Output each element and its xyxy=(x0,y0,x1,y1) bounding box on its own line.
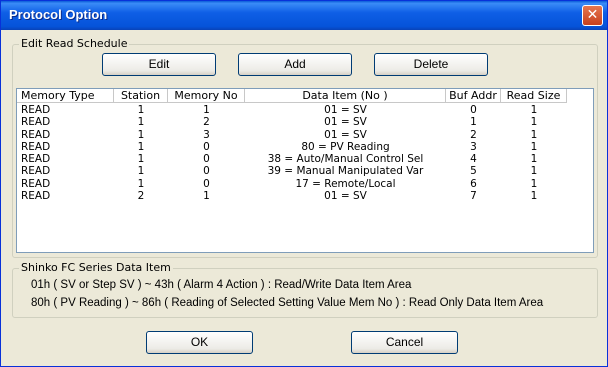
protocol-option-dialog: Protocol Option ✕ Edit Read Schedule Edi… xyxy=(0,0,608,367)
edit-button[interactable]: Edit xyxy=(102,53,216,76)
table-row[interactable]: READ 1 2 01 = SV 1 1 xyxy=(17,116,593,128)
cell-memory-type: READ xyxy=(21,140,51,153)
cell-buf-addr: 7 xyxy=(470,190,477,203)
cell-station: 1 xyxy=(137,140,145,153)
column-header-buf-addr[interactable]: Buf Addr xyxy=(446,89,501,103)
read-schedule-table[interactable]: Memory Type Station Memory No Data Item … xyxy=(16,88,594,253)
table-row[interactable]: READ 1 0 39 = Manual Manipulated Var 5 1 xyxy=(17,165,593,177)
cell-data-item: 17 = Remote/Local xyxy=(295,177,396,190)
data-item-info-group: Shinko FC Series Data Item xyxy=(12,261,598,318)
cell-data-item: 01 = SV xyxy=(324,190,367,203)
cell-data-item: 39 = Manual Manipulated Var xyxy=(267,165,424,178)
column-header-memory-type[interactable]: Memory Type xyxy=(17,89,114,103)
cell-read-size: 1 xyxy=(530,153,538,166)
cell-read-size: 1 xyxy=(530,128,538,141)
table-row[interactable]: READ 1 0 38 = Auto/Manual Control Sel 4 1 xyxy=(17,153,593,165)
add-button[interactable]: Add xyxy=(238,53,352,76)
cell-read-size: 1 xyxy=(530,190,538,203)
window-title: Protocol Option xyxy=(9,7,108,22)
cell-data-item: 80 = PV Reading xyxy=(301,140,390,153)
cell-buf-addr: 0 xyxy=(470,104,477,116)
read-only-area-text: 80h ( PV Reading ) ~ 86h ( Reading of Se… xyxy=(31,297,544,309)
cell-memory-no: 1 xyxy=(203,190,210,203)
cell-data-item: 01 = SV xyxy=(324,116,367,129)
cell-memory-no: 0 xyxy=(203,153,210,166)
cell-station: 1 xyxy=(137,177,145,190)
cell-read-size: 1 xyxy=(530,116,538,129)
column-header-read-size[interactable]: Read Size xyxy=(501,89,567,103)
cell-station: 1 xyxy=(137,153,145,166)
cell-memory-no: 1 xyxy=(203,104,210,116)
cancel-button[interactable]: Cancel xyxy=(351,331,458,354)
cell-buf-addr: 5 xyxy=(470,165,477,178)
cell-station: 1 xyxy=(137,165,145,178)
title-bar[interactable]: Protocol Option ✕ xyxy=(1,1,607,30)
data-item-info-label: Shinko FC Series Data Item xyxy=(19,261,173,275)
cell-read-size: 1 xyxy=(530,165,538,178)
delete-button[interactable]: Delete xyxy=(374,53,488,76)
column-header-memory-no[interactable]: Memory No xyxy=(168,89,245,103)
column-header-data-item[interactable]: Data Item (No ) xyxy=(245,89,446,103)
cell-data-item: 01 = SV xyxy=(324,128,367,141)
cell-memory-type: READ xyxy=(21,177,51,190)
cell-buf-addr: 4 xyxy=(470,153,477,166)
cell-memory-no: 0 xyxy=(203,177,210,190)
table-row[interactable]: READ 1 0 80 = PV Reading 3 1 xyxy=(17,141,593,153)
cell-memory-type: READ xyxy=(21,128,51,141)
column-header-station[interactable]: Station xyxy=(114,89,168,103)
cell-read-size: 1 xyxy=(530,140,538,153)
cell-memory-no: 2 xyxy=(203,116,210,129)
close-icon[interactable]: ✕ xyxy=(582,5,603,26)
cell-read-size: 1 xyxy=(530,177,538,190)
table-row[interactable]: READ 1 3 01 = SV 2 1 xyxy=(17,129,593,141)
cell-station: 1 xyxy=(137,116,145,129)
cell-memory-type: READ xyxy=(21,104,51,116)
cell-memory-type: READ xyxy=(21,153,51,166)
cell-data-item: 01 = SV xyxy=(324,104,367,116)
cell-buf-addr: 2 xyxy=(470,128,477,141)
edit-read-schedule-label: Edit Read Schedule xyxy=(19,37,130,51)
cell-memory-type: READ xyxy=(21,190,51,203)
cell-memory-no: 3 xyxy=(203,128,210,141)
ok-button[interactable]: OK xyxy=(146,331,253,354)
table-rows: READ 1 1 01 = SV 0 1 READ 1 2 01 = SV 1 1 READ 1 3 01 =… xyxy=(17,104,593,202)
cell-buf-addr: 1 xyxy=(470,116,477,129)
cell-data-item: 38 = Auto/Manual Control Sel xyxy=(267,153,424,166)
cell-station: 1 xyxy=(137,128,145,141)
cell-memory-no: 0 xyxy=(203,140,210,153)
cell-station: 2 xyxy=(137,190,145,203)
cell-read-size: 1 xyxy=(530,104,538,116)
cell-station: 1 xyxy=(137,104,145,116)
table-row[interactable]: READ 2 1 01 = SV 7 1 xyxy=(17,190,593,202)
cell-memory-type: READ xyxy=(21,165,51,178)
cell-buf-addr: 6 xyxy=(470,177,477,190)
cell-memory-no: 0 xyxy=(203,165,210,178)
cell-buf-addr: 3 xyxy=(470,140,477,153)
read-write-area-text: 01h ( SV or Step SV ) ~ 43h ( Alarm 4 Ac… xyxy=(31,279,412,291)
table-row[interactable]: READ 1 0 17 = Remote/Local 6 1 xyxy=(17,178,593,190)
table-row[interactable]: READ 1 1 01 = SV 0 1 xyxy=(17,104,593,116)
cell-memory-type: READ xyxy=(21,116,51,129)
